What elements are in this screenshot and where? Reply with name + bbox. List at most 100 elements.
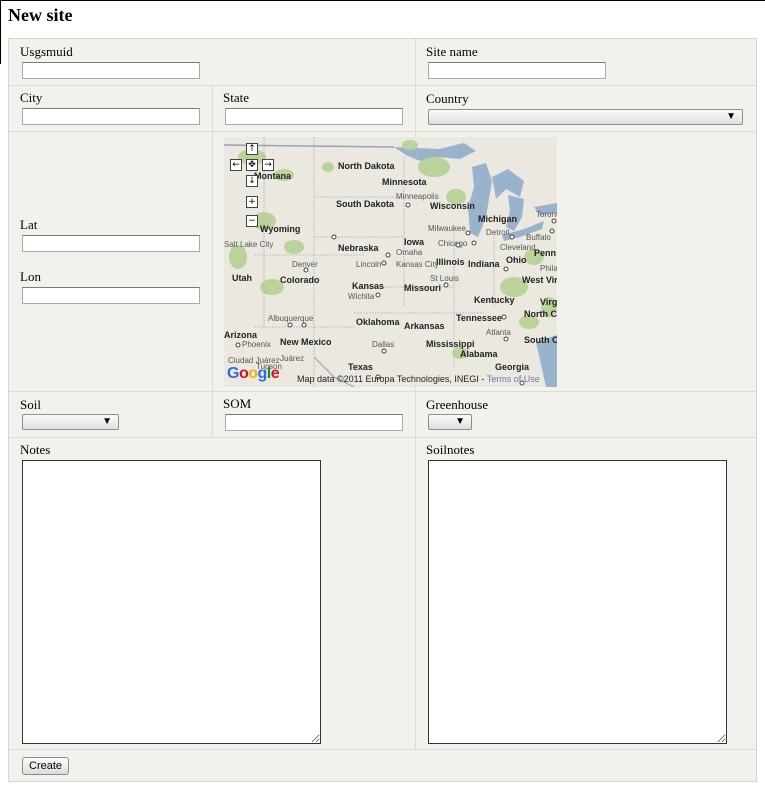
som-label: SOM [223,396,252,411]
zoom-out-button[interactable]: − [246,215,258,227]
map-label: Detroit [486,228,510,237]
map-label: Missouri [404,283,441,293]
map-label: Lincoln [356,260,381,269]
lon-label: Lon [20,269,41,284]
lat-label: Lat [20,217,38,232]
country-label: Country [426,91,469,106]
map-canvas: Montana North Dakota Minnesota Wisconsin… [224,137,557,387]
page-title: New site [8,5,73,25]
row-divider [9,437,756,438]
map-label: Phoenix [242,340,271,349]
soilnotes-textarea[interactable] [428,460,727,744]
map-label: Indiana [468,259,500,269]
pan-center-button[interactable]: ✥ [246,159,258,171]
chevron-down-icon: ▼ [455,416,465,427]
map-label: Illinois [436,257,465,267]
city-input[interactable] [22,108,200,125]
map-label: Juárez [280,354,304,363]
greenhouse-select[interactable]: ▼ [428,414,472,430]
map-label: Buffalo [526,233,551,242]
map-label: Salt Lake City [224,240,273,249]
map-label: New Mexico [280,337,332,347]
soil-label: Soil [20,397,41,412]
attribution-text: Map data ©2011 Europa Technologies, INEG… [297,374,485,384]
usgsmuid-label: Usgsmuid [20,44,73,59]
map-label: Wisconsin [430,201,475,211]
map-label: Michigan [478,214,517,224]
row-divider [9,131,756,132]
city-label: City [20,90,43,105]
chevron-down-icon: ▼ [726,111,736,122]
map-label: South Dakota [336,199,395,209]
map-label: Virg [540,297,557,307]
state-input[interactable] [225,108,403,125]
soil-select[interactable]: ▼ [22,414,119,430]
row-divider [9,749,756,750]
col-divider [212,132,213,391]
map-label: North Carolina [524,309,557,319]
map-label: Georgia [495,362,530,372]
pan-left-button[interactable]: ← [230,159,242,171]
zoom-in-button[interactable]: + [246,196,258,208]
row-divider [9,85,756,86]
map-label: Chicago [438,239,468,248]
lon-input[interactable] [22,287,200,304]
pan-down-button[interactable]: ↓ [246,175,258,187]
chevron-down-icon: ▼ [102,416,112,427]
map-label: Milwaukee [428,224,466,233]
map-label: Utah [232,273,252,283]
map-label: Atlanta [486,328,511,337]
map-label: Denver [292,260,318,269]
lat-input[interactable] [22,235,200,252]
map-label: Ciudad Juárez [228,356,280,365]
map-label: Alabama [460,349,499,359]
site-name-label: Site name [426,44,478,59]
map-label: Toronto [536,210,557,219]
soilnotes-label: Soilnotes [426,442,475,457]
map-label: Ohio [506,255,527,265]
state-label: State [223,90,249,105]
map-label: Montana [254,171,292,181]
map-label: Mississippi [426,339,475,349]
new-site-form: Usgsmuid Site name City State Country ▼ … [8,38,757,782]
terms-of-use-link[interactable]: Terms of Use [487,374,540,384]
map-label: Tennessee [456,313,502,323]
map-label: Nebraska [338,243,380,253]
map-label: Kentucky [474,295,515,305]
usgsmuid-input[interactable] [22,62,200,79]
map-label: Texas [348,362,373,372]
left-border [0,0,1,64]
col-divider [212,86,213,131]
notes-textarea[interactable] [22,460,321,744]
col-divider [212,392,213,437]
google-logo[interactable]: Google [227,365,280,383]
site-name-input[interactable] [428,62,606,79]
som-input[interactable] [225,414,403,431]
map-attribution: Map data ©2011 Europa Technologies, INEG… [297,374,540,384]
map-label: Arizona [224,330,258,340]
map-label: Wichita [348,292,375,301]
map-label: Minnesota [382,177,427,187]
map-label: Penn [534,248,556,258]
map-label: Omaha [396,248,423,257]
top-border [0,0,765,1]
map-label: Dallas [372,340,394,349]
pan-right-button[interactable]: → [262,159,274,171]
map-label: Philadelphia [540,264,557,273]
map-label: Cleveland [500,243,536,252]
map-label: Minneapolis [396,192,439,201]
map-label: Wyoming [260,224,300,234]
map-label: Kansas City [396,260,439,269]
row-divider [9,391,756,392]
map-label: West Virginia [522,275,557,285]
pan-up-button[interactable]: ↑ [246,143,258,155]
map-label: North Dakota [338,161,395,171]
map-label: Kansas [352,281,384,291]
notes-label: Notes [20,442,51,457]
location-map[interactable]: Montana North Dakota Minnesota Wisconsin… [224,137,557,387]
create-button[interactable]: Create [22,757,70,775]
country-select[interactable]: ▼ [428,109,743,125]
map-label: Iowa [404,237,425,247]
map-label: Colorado [280,275,320,285]
map-label: South Carolina [524,335,557,345]
